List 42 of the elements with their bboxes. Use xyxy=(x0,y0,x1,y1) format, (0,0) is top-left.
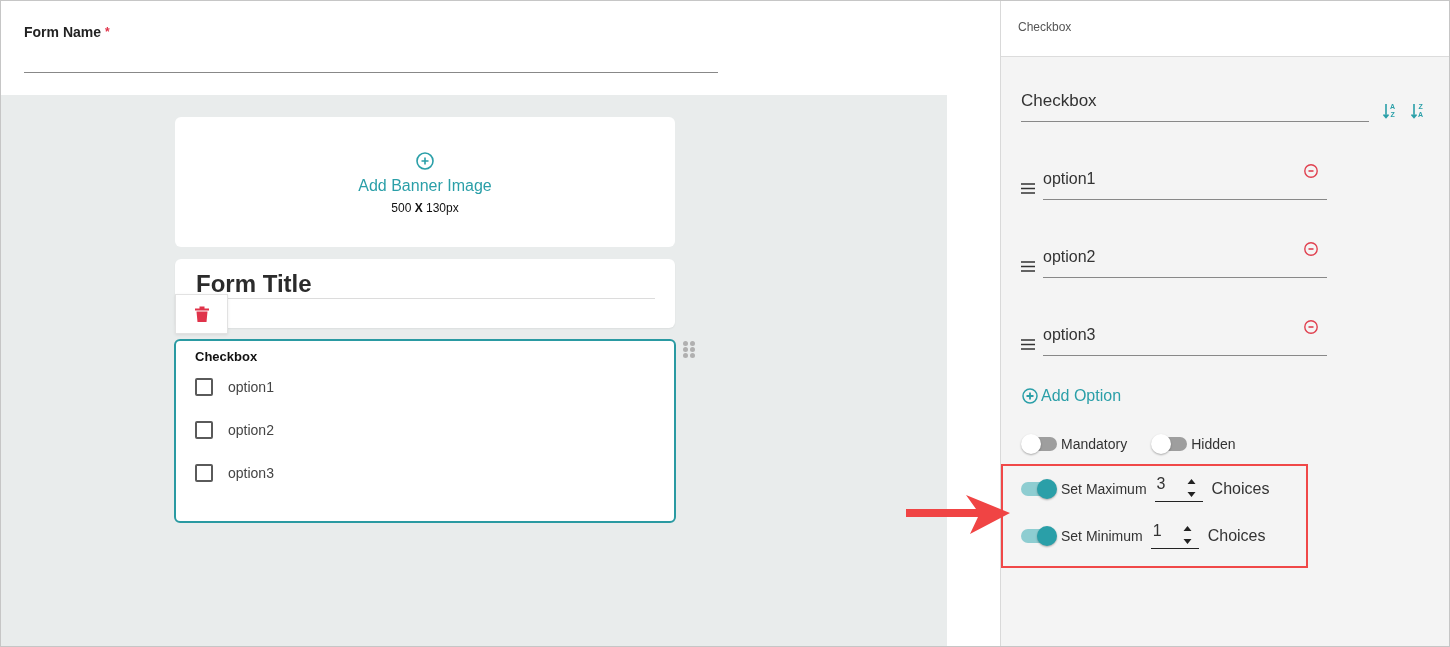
drag-handle-icon[interactable] xyxy=(683,341,695,358)
down-arrow-icon xyxy=(1411,104,1417,119)
checkbox[interactable] xyxy=(195,463,213,482)
banner-size-text: 500 X 130px xyxy=(391,201,459,215)
switch-label: Set Minimum xyxy=(1061,528,1143,544)
switch-label: Mandatory xyxy=(1061,436,1128,452)
remove-circle-icon[interactable] xyxy=(1304,320,1318,334)
option-input[interactable]: option2 xyxy=(1043,247,1327,278)
banner-card[interactable]: Add Banner Image 500 X 130px xyxy=(175,117,675,247)
field-name-input[interactable]: Checkbox xyxy=(1021,91,1369,122)
number-input[interactable]: 1 xyxy=(1150,523,1199,549)
switch-label: Set Maximum xyxy=(1061,481,1147,497)
delete-button[interactable] xyxy=(175,294,228,334)
choices-label: Choices xyxy=(1207,527,1266,545)
option-label: option1 xyxy=(228,378,274,395)
number-input[interactable]: 3 xyxy=(1154,476,1203,502)
option-label: option2 xyxy=(228,421,274,438)
spin-arrows-icon[interactable] xyxy=(1186,478,1196,498)
remove-circle-icon[interactable] xyxy=(1304,242,1318,256)
panel-title: Checkbox xyxy=(1018,20,1072,34)
remove-circle-icon[interactable] xyxy=(1304,164,1318,178)
toggle-switch[interactable] xyxy=(1021,526,1057,546)
choices-label: Choices xyxy=(1211,480,1270,498)
switch-label: Hidden xyxy=(1191,436,1236,452)
toggle-switch[interactable] xyxy=(1151,434,1188,454)
option-input[interactable]: option1 xyxy=(1043,169,1327,200)
drag-lines-icon[interactable] xyxy=(1021,183,1035,194)
add-circle-icon xyxy=(1022,388,1038,404)
option-input[interactable]: option3 xyxy=(1043,325,1327,356)
spin-arrows-icon[interactable] xyxy=(1182,525,1192,545)
checkbox[interactable] xyxy=(195,420,213,439)
add-circle-icon xyxy=(416,152,434,170)
form-name-label: Form Name * xyxy=(24,24,110,41)
field-label: Checkbox xyxy=(195,349,259,365)
drag-lines-icon[interactable] xyxy=(1021,339,1035,350)
drag-lines-icon[interactable] xyxy=(1021,261,1035,272)
checkbox[interactable] xyxy=(195,377,213,396)
option-label: option3 xyxy=(228,464,274,481)
toggle-switch[interactable] xyxy=(1021,479,1057,499)
toggle-switch[interactable] xyxy=(1021,434,1057,454)
trash-icon xyxy=(194,306,209,322)
down-arrow-icon xyxy=(1383,104,1389,119)
